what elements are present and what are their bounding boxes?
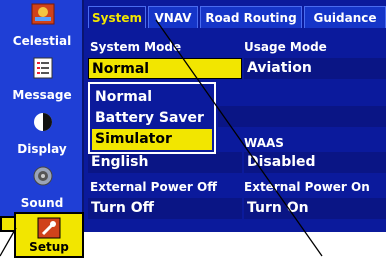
tab-vnav[interactable]: VNAV bbox=[148, 6, 198, 28]
language-field[interactable]: English bbox=[88, 152, 242, 173]
tab-system[interactable]: System bbox=[88, 6, 146, 28]
sidebar-item-label: Message bbox=[12, 88, 72, 102]
sidebar-item-label: Sound bbox=[20, 196, 64, 210]
display-icon bbox=[34, 113, 52, 131]
celestial-icon bbox=[31, 3, 55, 25]
dropdown-option-normal[interactable]: Normal bbox=[92, 87, 212, 108]
setup-tab[interactable]: Setup bbox=[14, 212, 84, 258]
dropdown-option-battery-saver[interactable]: Battery Saver bbox=[92, 108, 212, 129]
setup-icon bbox=[37, 217, 61, 239]
external-power-on-label: External Power On bbox=[244, 180, 370, 194]
dropdown-option-simulator[interactable]: Simulator bbox=[92, 129, 212, 150]
sound-icon bbox=[33, 166, 53, 186]
sidebar-item-celestial[interactable]: Celestial bbox=[0, 0, 84, 54]
system-mode-label: System Mode bbox=[90, 40, 182, 54]
sidebar-item-label: Celestial bbox=[12, 34, 72, 48]
system-mode-dropdown[interactable]: Normal Battery Saver Simulator bbox=[88, 82, 216, 154]
usage-mode-field[interactable]: Aviation bbox=[244, 58, 386, 79]
sidebar-item-sound[interactable]: Sound bbox=[0, 162, 84, 216]
external-power-off-field[interactable]: Turn Off bbox=[88, 198, 242, 219]
sidebar-item-label: Setup bbox=[29, 240, 69, 254]
sidebar-item-message[interactable]: Message bbox=[0, 54, 84, 108]
sidebar-item-display[interactable]: Display bbox=[0, 108, 84, 162]
sidebar-item-label: Display bbox=[17, 142, 67, 156]
system-mode-field[interactable]: Normal bbox=[88, 58, 242, 79]
tab-guidance[interactable]: Guidance bbox=[304, 6, 386, 28]
usage-mode-label: Usage Mode bbox=[244, 40, 327, 54]
tab-road-routing[interactable]: Road Routing bbox=[200, 6, 302, 28]
row2-field[interactable] bbox=[218, 106, 386, 127]
waas-label: WAAS bbox=[244, 136, 284, 150]
message-icon bbox=[33, 57, 53, 79]
device-screen: Celestial Message Display Sound System V… bbox=[0, 0, 386, 232]
external-power-on-field[interactable]: Turn On bbox=[244, 198, 386, 219]
waas-field[interactable]: Disabled bbox=[244, 152, 386, 173]
external-power-off-label: External Power Off bbox=[90, 180, 217, 194]
